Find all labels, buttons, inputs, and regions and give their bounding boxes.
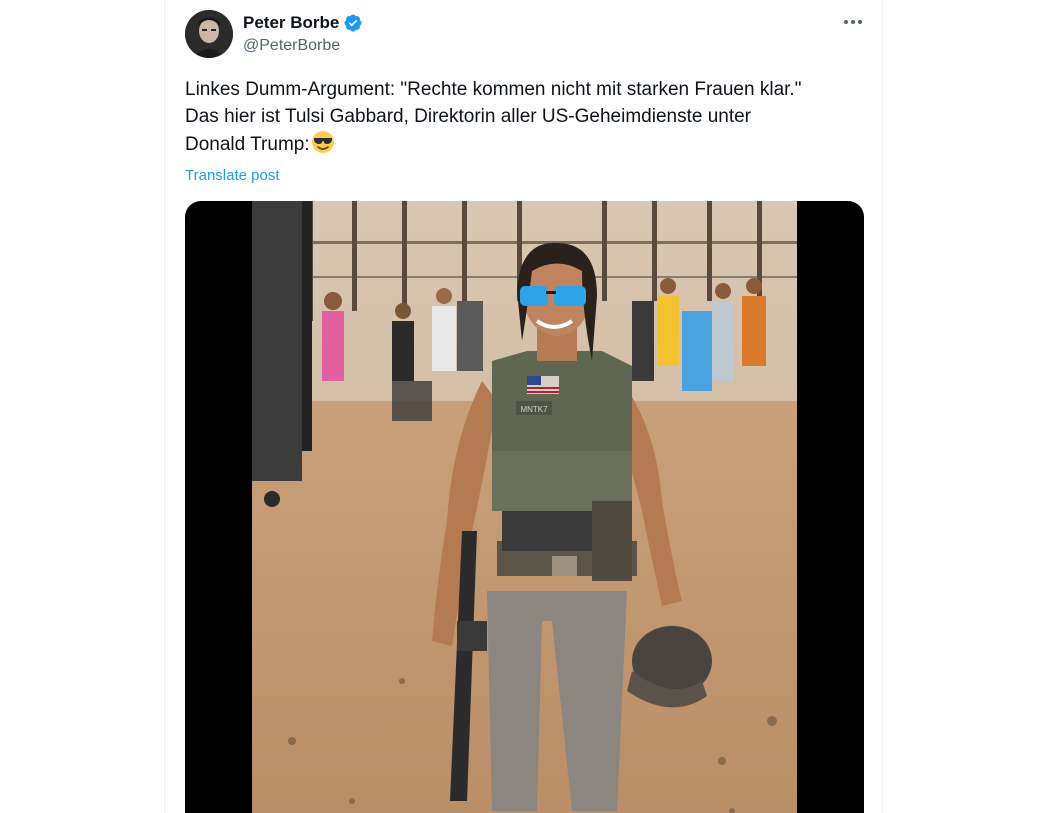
profile-photo-icon <box>185 10 233 58</box>
post-photo: MNTK7 <box>252 201 797 813</box>
post-text: Linkes Dumm-Argument: "Rechte kommen nic… <box>185 76 875 162</box>
avatar[interactable] <box>185 10 233 58</box>
post-text-line: Das hier ist Tulsi Gabbard, Direktorin a… <box>185 106 752 127</box>
post-text-line: Linkes Dumm-Argument: "Rechte kommen nic… <box>185 79 802 100</box>
vest-patch-text: MNTK7 <box>520 405 548 414</box>
more-horizontal-icon <box>844 20 862 24</box>
translate-post-link[interactable]: Translate post <box>185 167 280 184</box>
post-text-line-content: Donald Trump: <box>185 134 310 155</box>
tweet-column: Peter Borbe @PeterBorbe Linkes Dumm-Argu… <box>164 0 883 813</box>
author-display-name[interactable]: Peter Borbe <box>243 13 339 33</box>
more-options-button[interactable] <box>841 12 865 32</box>
verified-badge-icon <box>343 13 363 33</box>
page: Peter Borbe @PeterBorbe Linkes Dumm-Argu… <box>0 0 1050 813</box>
photo-illustration: MNTK7 <box>252 201 797 813</box>
author-name-row: Peter Borbe <box>243 12 363 34</box>
author-handle[interactable]: @PeterBorbe <box>243 37 340 55</box>
smiling-face-with-sunglasses-icon <box>311 130 335 162</box>
post-media[interactable]: MNTK7 <box>185 201 864 813</box>
post-text-line: Donald Trump: <box>185 130 875 162</box>
